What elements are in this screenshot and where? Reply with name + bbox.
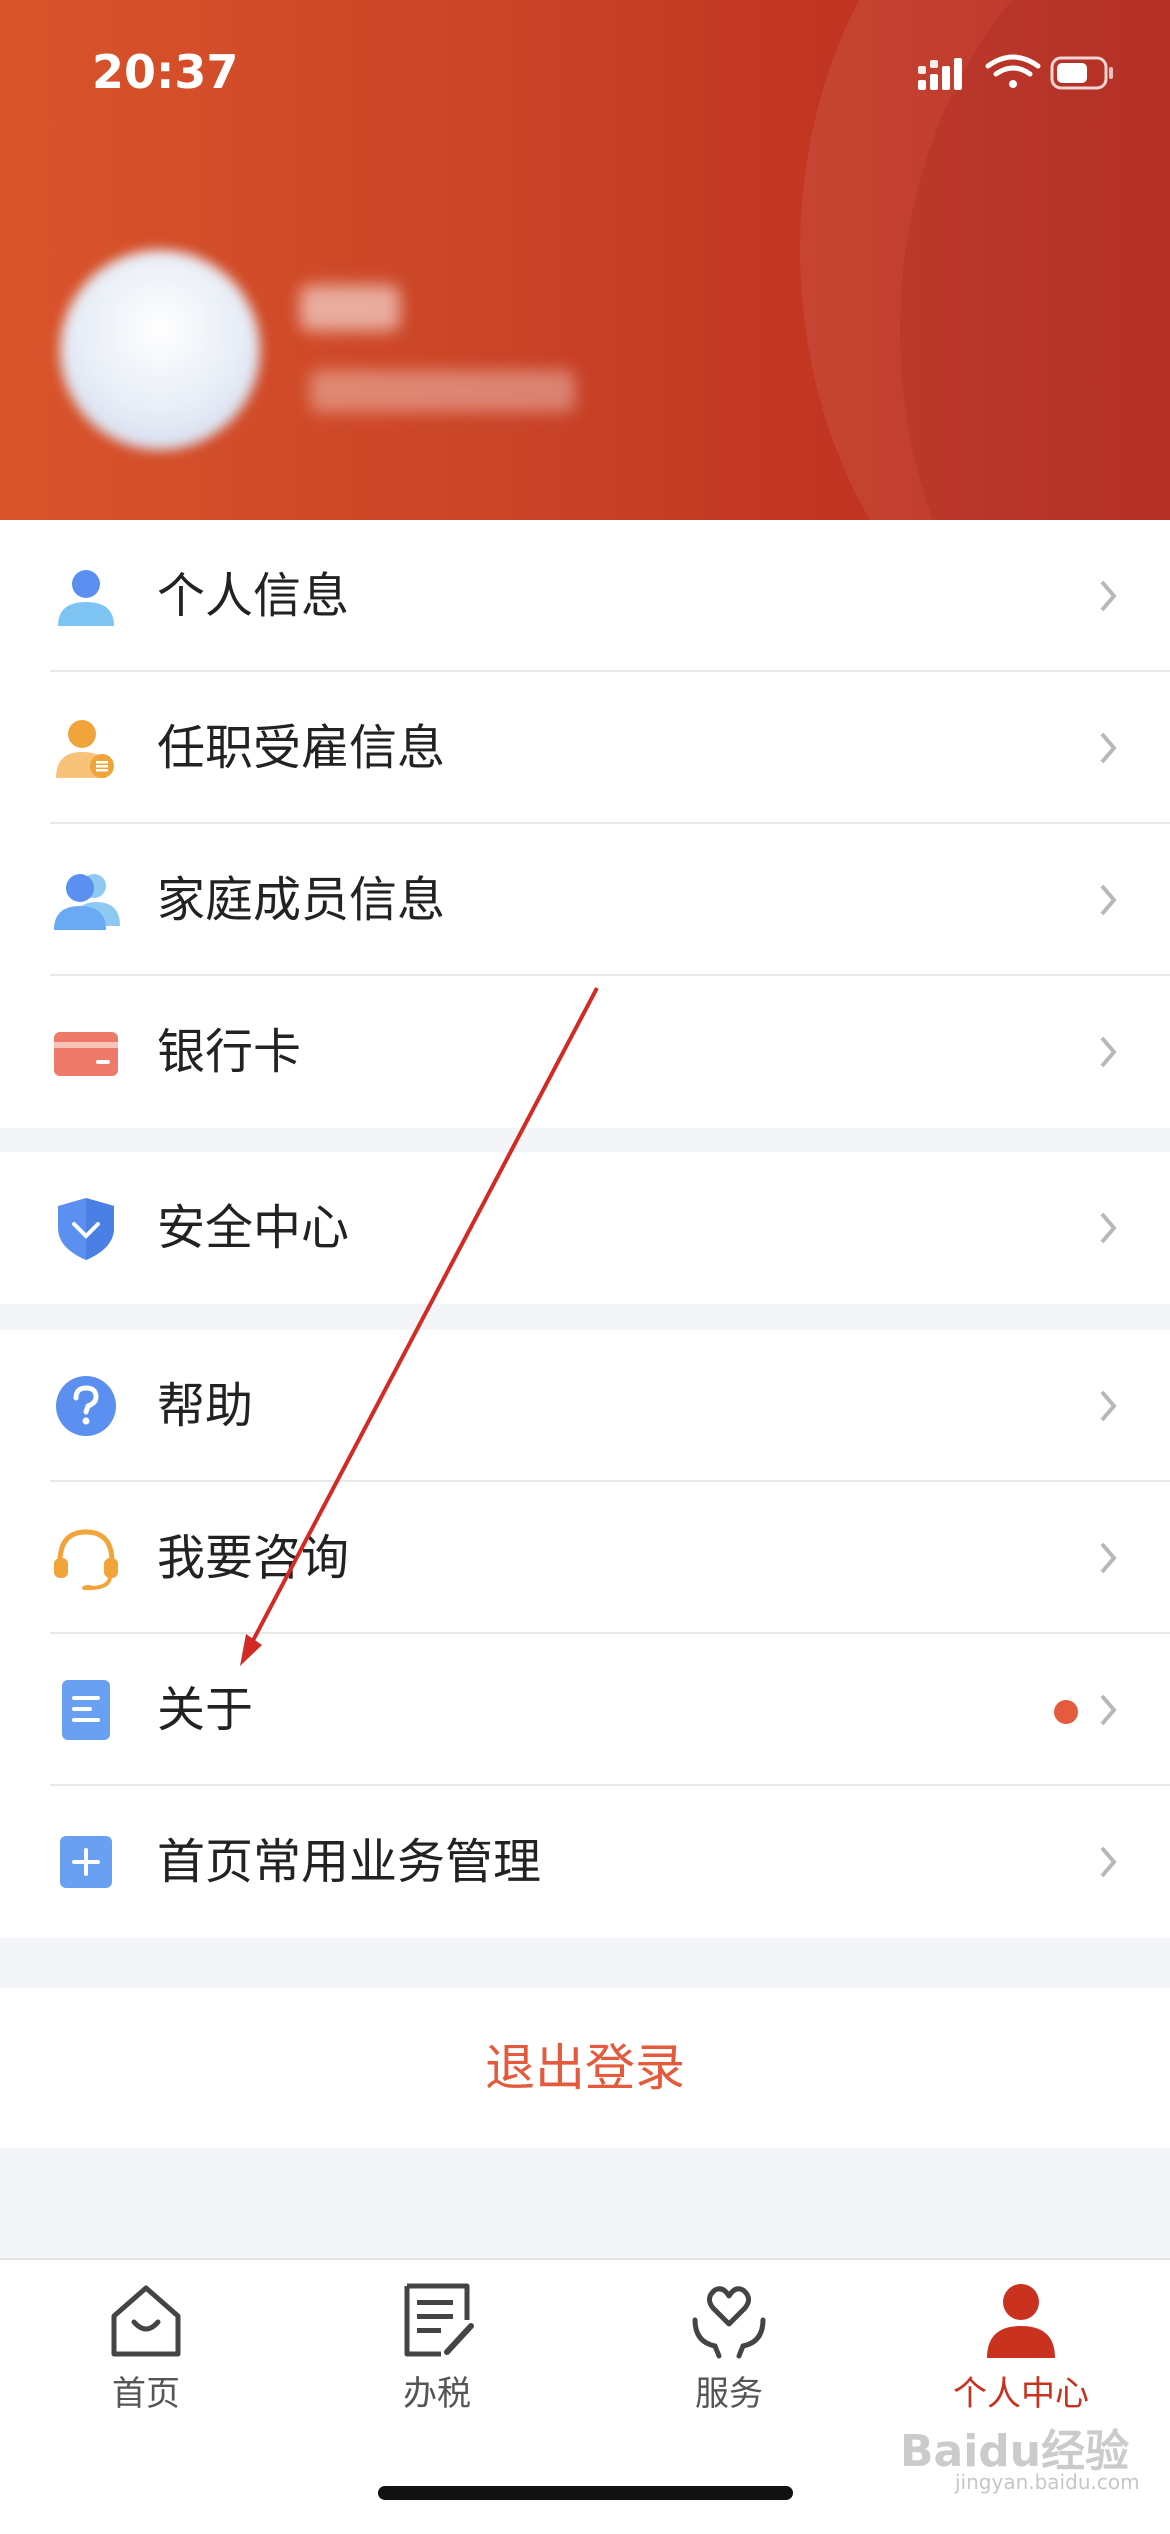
tab-services[interactable]: 服务 [629,2280,829,2415]
menu-item-label: 帮助 [157,1378,254,1434]
bank-card-icon [54,1032,118,1076]
wifi-icon [985,54,1041,88]
menu-item-label: 银行卡 [157,1024,302,1080]
tab-tax[interactable]: 办税 [337,2280,537,2415]
shield-icon [58,1198,114,1260]
menu-item-label: 首页常用业务管理 [157,1834,542,1890]
menu-item-label: 关于 [157,1682,254,1738]
question-icon [56,1376,116,1436]
document-icon [62,1680,110,1740]
profile-name [300,285,400,331]
menu-group-help: 帮助 我要咨询 关于 首页常用业务管理 [0,1330,1170,1938]
chevron-right-icon [1100,1212,1117,1244]
chevron-right-icon [1100,1694,1117,1726]
person-icon [58,570,114,626]
home-icon [111,2285,181,2357]
battery-icon [1050,56,1113,90]
heart-hands-icon [692,2286,766,2359]
menu-item-label: 家庭成员信息 [157,872,446,928]
tab-personal-center[interactable]: 个人中心 [921,2280,1121,2415]
home-indicator [378,2486,793,2500]
employment-icon [56,720,114,778]
tax-icon [404,2283,474,2357]
menu-item-label: 我要咨询 [157,1530,350,1586]
menu-item-homepage-business[interactable]: 首页常用业务管理 [0,1786,1170,1938]
menu-item-help[interactable]: 帮助 [0,1330,1170,1482]
tab-home[interactable]: 首页 [46,2280,246,2415]
menu-item-personal-info[interactable]: 个人信息 [0,520,1170,672]
menu-item-about[interactable]: 关于 [0,1634,1170,1786]
profile-id [310,370,575,412]
plus-icon [60,1836,112,1888]
notification-dot [1054,1700,1078,1724]
menu-item-family-info[interactable]: 家庭成员信息 [0,824,1170,976]
chevron-right-icon [1100,732,1117,764]
logout-button[interactable]: 退出登录 [0,1988,1170,2148]
family-icon [54,874,120,930]
status-time: 20:37 [92,45,239,99]
signal-icon [918,58,962,90]
menu-item-label: 安全中心 [157,1200,350,1256]
chevron-right-icon [1100,580,1117,612]
menu-group-security: 安全中心 [0,1152,1170,1304]
tab-label: 首页 [112,2374,180,2414]
status-icons [918,54,1113,90]
menu-item-label: 任职受雇信息 [157,720,446,776]
chevron-right-icon [1100,1542,1117,1574]
logout-label: 退出登录 [485,2039,685,2097]
chevron-right-icon [1100,1846,1117,1878]
menu-item-label: 个人信息 [157,568,350,624]
avatar[interactable] [60,250,260,450]
menu-item-employment-info[interactable]: 任职受雇信息 [0,672,1170,824]
menu-group-personal: 个人信息 任职受雇信息 家庭成员信息 银行卡 [0,520,1170,1128]
user-icon [987,2284,1055,2358]
tab-label: 服务 [695,2374,763,2414]
menu-item-bank-card[interactable]: 银行卡 [0,976,1170,1128]
chevron-right-icon [1100,1390,1117,1422]
headset-icon [54,1529,118,1590]
tab-label: 办税 [403,2374,471,2414]
profile-header: 20:37 [0,0,1170,520]
menu-item-consult[interactable]: 我要咨询 [0,1482,1170,1634]
chevron-right-icon [1100,1036,1117,1068]
watermark-site: jingyan.baidu.com [955,2470,1140,2494]
tab-label: 个人中心 [953,2374,1089,2414]
menu-item-security-center[interactable]: 安全中心 [0,1152,1170,1304]
chevron-right-icon [1100,884,1117,916]
